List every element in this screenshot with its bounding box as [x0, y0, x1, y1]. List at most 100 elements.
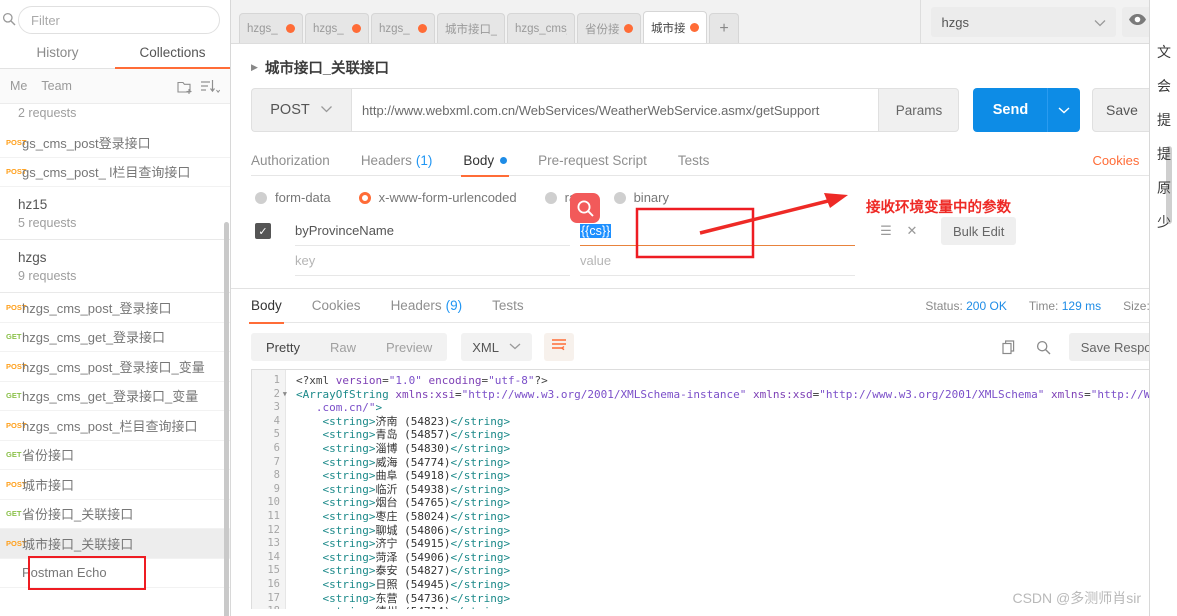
- format-raw[interactable]: Raw: [315, 333, 371, 361]
- body-type-binary[interactable]: binary: [613, 190, 669, 205]
- request-tab-active[interactable]: 城市接: [643, 11, 707, 43]
- line-number: 16: [267, 577, 280, 590]
- cookies-link[interactable]: Cookies: [1092, 153, 1139, 168]
- tab-label: Tests: [677, 152, 710, 168]
- close-icon[interactable]: ✕: [899, 218, 925, 244]
- word-wrap-button[interactable]: [543, 333, 574, 361]
- copy-icon[interactable]: [997, 334, 1023, 360]
- list-item[interactable]: POST hzgs_cms_post_登录接口_变量: [0, 352, 230, 382]
- list-item[interactable]: POST gs_cms_post_ l栏目查询接口: [0, 158, 230, 187]
- request-tab[interactable]: hzgs_cms_g: [507, 13, 575, 43]
- method-badge: POST: [6, 538, 27, 548]
- body-type-form-data[interactable]: form-data: [255, 190, 331, 205]
- request-label: hzgs_cms_post_登录接口: [22, 300, 172, 316]
- tab-tests[interactable]: Tests: [678, 145, 710, 176]
- request-tab[interactable]: 城市接口_gl: [437, 13, 505, 43]
- breadcrumb: ▶ 城市接口_关联接口: [231, 44, 1177, 88]
- radio-icon-selected: [358, 191, 371, 204]
- environment-variable-chip: {{cs}}: [580, 223, 612, 238]
- list-menu-icon[interactable]: ☰: [873, 218, 899, 244]
- code-line: <?xml version="1.0" encoding="utf-8"?>: [296, 374, 548, 387]
- body-type-label: x-www-form-urlencoded: [378, 190, 517, 205]
- url-input[interactable]: http://www.webxml.com.cn/WebServices/Wea…: [351, 88, 880, 132]
- request-tab[interactable]: hzgs_: [305, 13, 369, 43]
- body-type-urlencoded[interactable]: x-www-form-urlencoded: [358, 190, 517, 205]
- environment-selector[interactable]: hzgs: [931, 7, 1117, 37]
- format-preview[interactable]: Preview: [371, 333, 447, 361]
- list-item[interactable]: POST hzgs_cms_post_栏目查询接口: [0, 411, 230, 441]
- tab-label: Cookies: [311, 298, 361, 313]
- row-checkbox-empty[interactable]: [255, 253, 271, 269]
- fold-toggle-icon[interactable]: ▼: [283, 388, 287, 402]
- new-folder-icon[interactable]: [177, 79, 194, 94]
- list-item[interactable]: POST 城市接口: [0, 470, 230, 500]
- search-highlight-badge: [570, 193, 600, 223]
- language-selector[interactable]: XML: [461, 333, 532, 361]
- environment-quick-look-button[interactable]: [1122, 7, 1153, 37]
- line-number: 17: [267, 591, 280, 604]
- tab-response-cookies[interactable]: Cookies: [312, 289, 361, 323]
- tab-response-headers[interactable]: Headers (9): [391, 289, 463, 323]
- chevron-right-icon[interactable]: ▶: [251, 62, 258, 73]
- collection-hz15[interactable]: hz15 5 requests: [0, 187, 230, 240]
- request-tab[interactable]: hzgs_: [239, 13, 303, 43]
- tab-pre-request-script[interactable]: Pre-request Script: [538, 145, 647, 176]
- response-body-viewer[interactable]: 12▼345678910111213141516171819 <?xml ver…: [251, 369, 1177, 609]
- code-line: <string>枣庄 (58024)</string>: [322, 509, 511, 523]
- format-pretty[interactable]: Pretty: [251, 333, 315, 361]
- sidebar-tabs: History Collections: [0, 36, 230, 69]
- bulk-edit-button[interactable]: Bulk Edit: [941, 217, 1017, 245]
- tab-response-body[interactable]: Body: [249, 289, 284, 324]
- sidebar-scrollbar[interactable]: [224, 222, 229, 616]
- request-tab-label: hzgs_cms_g: [515, 22, 567, 35]
- tab-response-tests[interactable]: Tests: [492, 289, 524, 323]
- code-line: <string>威海 (54774)</string>: [322, 455, 511, 469]
- list-item[interactable]: GET 省份接口: [0, 441, 230, 470]
- search-icon[interactable]: [1031, 334, 1057, 360]
- list-item[interactable]: POST hzgs_cms_post_登录接口: [0, 293, 230, 323]
- method-selector[interactable]: POST: [251, 88, 351, 132]
- code-line: .com.cn/">: [315, 401, 383, 415]
- params-button[interactable]: Params: [879, 88, 960, 132]
- method-badge: POST: [6, 167, 27, 176]
- tab-collections[interactable]: Collections: [115, 36, 230, 69]
- value-cell[interactable]: {{cs}}: [580, 216, 855, 246]
- key-cell[interactable]: byProvinceName: [295, 216, 570, 246]
- link-me[interactable]: Me: [10, 79, 27, 93]
- request-label: hzgs_cms_get_登录接口: [22, 330, 166, 346]
- unsaved-dot: [624, 24, 633, 33]
- radio-icon: [544, 191, 557, 204]
- list-item-selected[interactable]: POST 城市接口_关联接口: [0, 529, 230, 559]
- tab-body[interactable]: Body: [461, 145, 509, 177]
- method-badge: GET: [6, 332, 22, 341]
- tab-history[interactable]: History: [0, 36, 115, 68]
- save-button[interactable]: Save: [1092, 88, 1152, 132]
- list-item[interactable]: Postman Echo: [0, 559, 230, 588]
- value-cell-placeholder[interactable]: value: [580, 246, 855, 276]
- collection-hzgs[interactable]: hzgs 9 requests: [0, 240, 230, 293]
- filter-box[interactable]: [18, 6, 220, 34]
- method-badge: POST: [6, 137, 27, 147]
- tab-authorization[interactable]: Authorization: [251, 145, 330, 176]
- tab-count: (1): [415, 152, 433, 168]
- filter-input[interactable]: [31, 12, 207, 28]
- list-item[interactable]: GET hzgs_cms_get_登录接口_变量: [0, 382, 230, 411]
- right-rail: 文会提提原少: [1149, 0, 1177, 616]
- add-tab-button[interactable]: +: [709, 13, 739, 43]
- request-tab[interactable]: 省份接: [577, 13, 641, 43]
- send-options-button[interactable]: [1047, 88, 1081, 132]
- unsaved-dot: [286, 24, 295, 33]
- sort-icon[interactable]: [200, 79, 220, 94]
- list-item[interactable]: GET 省份接口_关联接口: [0, 500, 230, 529]
- send-button[interactable]: Send: [973, 88, 1048, 132]
- collections-list[interactable]: 2 requests POST gs_cms_post登录接口 POST gs_…: [0, 104, 230, 616]
- request-tab-label: hzgs_: [313, 22, 344, 35]
- link-team[interactable]: Team: [41, 79, 72, 93]
- request-tab-label: 城市接口_gl: [445, 23, 497, 36]
- request-tab[interactable]: hzgs_: [371, 13, 435, 43]
- key-cell-placeholder[interactable]: key: [295, 246, 570, 276]
- row-checkbox[interactable]: ✓: [255, 223, 271, 239]
- list-item[interactable]: GET hzgs_cms_get_登录接口: [0, 323, 230, 352]
- tab-headers[interactable]: Headers (1): [361, 145, 433, 176]
- list-item[interactable]: POST gs_cms_post登录接口: [0, 128, 230, 158]
